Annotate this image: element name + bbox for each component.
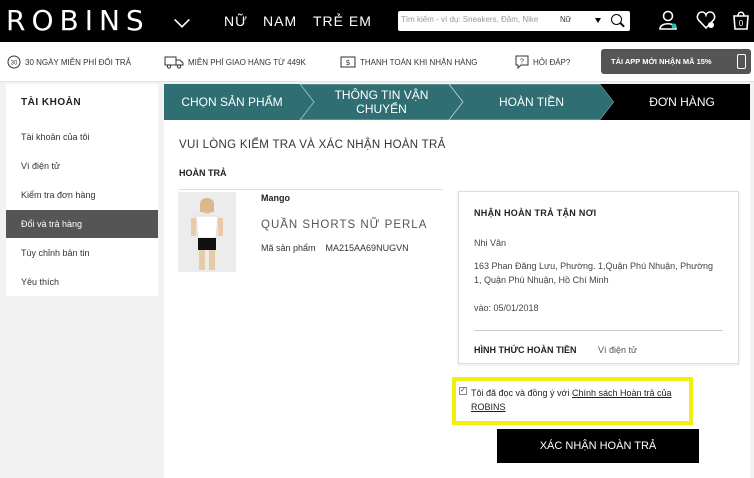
divider	[179, 189, 443, 190]
product-sku-row: Mã sản phẩm MA215AA69NUGVN	[261, 243, 409, 253]
refund-method-label: HÌNH THỨC HOÀN TIỀN	[474, 345, 577, 355]
svg-text:?: ?	[520, 59, 524, 66]
pickup-address: 163 Phan Đăng Lưu, Phường. 1,Quận Phú Nh…	[474, 261, 714, 285]
sidebar-item-order-tracking[interactable]: Kiểm tra đơn hàng	[6, 181, 158, 209]
pickup-heading: NHẬN HOÀN TRẢ TẬN NƠI	[474, 208, 597, 218]
benefit-cod[interactable]: $ THANH TOÁN KHI NHẬN HÀNG	[340, 54, 478, 70]
agree-checkbox[interactable]: ✓	[459, 387, 467, 395]
agreement-label: Tôi đã đọc và đồng ý với	[471, 388, 572, 398]
step-select-product[interactable]: CHỌN SẢN PHẨM	[164, 84, 300, 120]
pickup-card: NHẬN HOÀN TRẢ TẬN NƠI Nhi Vân 163 Phan Đ…	[458, 191, 739, 364]
benefit-label: THANH TOÁN KHI NHẬN HÀNG	[360, 57, 478, 67]
product-photo	[178, 192, 236, 272]
page-title: VUI LÒNG KIỂM TRA VÀ XÁC NHẬN HOÀN TRẢ	[179, 139, 446, 151]
svg-text:30: 30	[11, 61, 18, 67]
confirm-return-button[interactable]: XÁC NHẬN HOÀN TRẢ	[497, 429, 699, 463]
app-download-button[interactable]: TẢI APP MỚI NHẬN MÃ 15%	[601, 49, 751, 74]
sidebar-item-newsletter[interactable]: Tùy chỉnh bản tin	[6, 239, 158, 267]
product-brand: Mango	[261, 193, 290, 203]
benefit-free-returns[interactable]: 30 30 NGÀY MIỄN PHÍ ĐỔI TRẢ	[7, 54, 131, 70]
nav-men[interactable]: NAM	[263, 13, 297, 29]
nav-kids[interactable]: TRẺ EM	[313, 13, 372, 29]
progress-steps: CHỌN SẢN PHẨM THÔNG TIN VẬN CHUYỂN HOÀN …	[164, 84, 750, 120]
sidebar-heading: TÀI KHOẢN	[21, 97, 82, 108]
phone-icon	[737, 54, 746, 69]
step-order[interactable]: ĐƠN HÀNG	[614, 84, 750, 120]
chevron-down-icon[interactable]	[174, 12, 190, 28]
search-category-select[interactable]: Nữ	[560, 15, 571, 24]
sku-label: Mã sản phẩm	[261, 243, 316, 253]
agreement-highlight: ✓ Tôi đã đọc và đồng ý với Chính sách Ho…	[452, 377, 693, 425]
cart-icon[interactable]: 0	[731, 10, 751, 30]
sidebar-item-my-account[interactable]: Tài khoản của tôi	[6, 123, 158, 151]
sidebar-item-favorites[interactable]: Yêu thích	[6, 268, 158, 296]
benefit-label: 30 NGÀY MIỄN PHÍ ĐỔI TRẢ	[25, 57, 131, 67]
cart-count: 0	[739, 19, 744, 28]
refund-method-value: Ví điện tử	[598, 345, 638, 355]
question-icon: ?	[515, 55, 529, 69]
account-icon[interactable]	[658, 10, 678, 30]
nav-women[interactable]: NỮ	[224, 13, 248, 29]
robins-logo[interactable]: ROBINS	[6, 4, 150, 38]
return-section-heading: HOÀN TRẢ	[179, 168, 227, 178]
cash-icon: $	[340, 56, 356, 68]
benefit-label: MIỄN PHÍ GIAO HÀNG TỪ 449K	[188, 57, 306, 67]
sidebar-item-wallet[interactable]: Ví điện tử	[6, 152, 158, 180]
benefit-free-shipping[interactable]: MIỄN PHÍ GIAO HÀNG TỪ 449K	[164, 54, 306, 70]
divider	[474, 330, 723, 331]
pickup-date: vào: 05/01/2018	[474, 303, 539, 313]
search-input[interactable]: Tìm kiếm - ví dụ: Sneakers, Đầm, Nike	[401, 15, 538, 24]
account-sidebar: TÀI KHOẢN Tài khoản của tôi Ví điện tử K…	[6, 84, 158, 296]
dropdown-arrow-icon[interactable]	[595, 18, 601, 23]
product-image[interactable]	[178, 192, 236, 272]
return-30-icon: 30	[7, 55, 21, 69]
agreement-text: Tôi đã đọc và đồng ý với Chính sách Hoàn…	[471, 386, 686, 414]
benefit-faq[interactable]: ? HỎI ĐÁP?	[515, 54, 570, 70]
top-navigation-bar: ROBINS NỮ NAM TRẺ EM Tìm kiếm - ví dụ: S…	[0, 0, 754, 42]
return-confirmation-panel: CHỌN SẢN PHẨM THÔNG TIN VẬN CHUYỂN HOÀN …	[164, 84, 750, 478]
svg-text:$: $	[346, 60, 350, 67]
sidebar-item-returns[interactable]: Đổi và trả hàng	[6, 210, 158, 238]
wishlist-icon[interactable]	[696, 10, 716, 30]
product-name[interactable]: QUẦN SHORTS NỮ PERLA	[261, 219, 427, 231]
search-bar[interactable]: Tìm kiếm - ví dụ: Sneakers, Đầm, Nike Nữ	[398, 11, 630, 31]
truck-icon	[164, 56, 184, 69]
sku-value: MA215AA69NUGVN	[325, 243, 409, 253]
step-refund[interactable]: HOÀN TIỀN	[463, 84, 600, 120]
step-shipping-info[interactable]: THÔNG TIN VẬN CHUYỂN	[314, 84, 449, 120]
search-icon[interactable]	[611, 14, 622, 25]
app-promo-label: TẢI APP MỚI NHẬN MÃ 15%	[611, 57, 712, 66]
customer-name: Nhi Vân	[474, 238, 507, 248]
benefit-label: HỎI ĐÁP?	[533, 57, 571, 67]
